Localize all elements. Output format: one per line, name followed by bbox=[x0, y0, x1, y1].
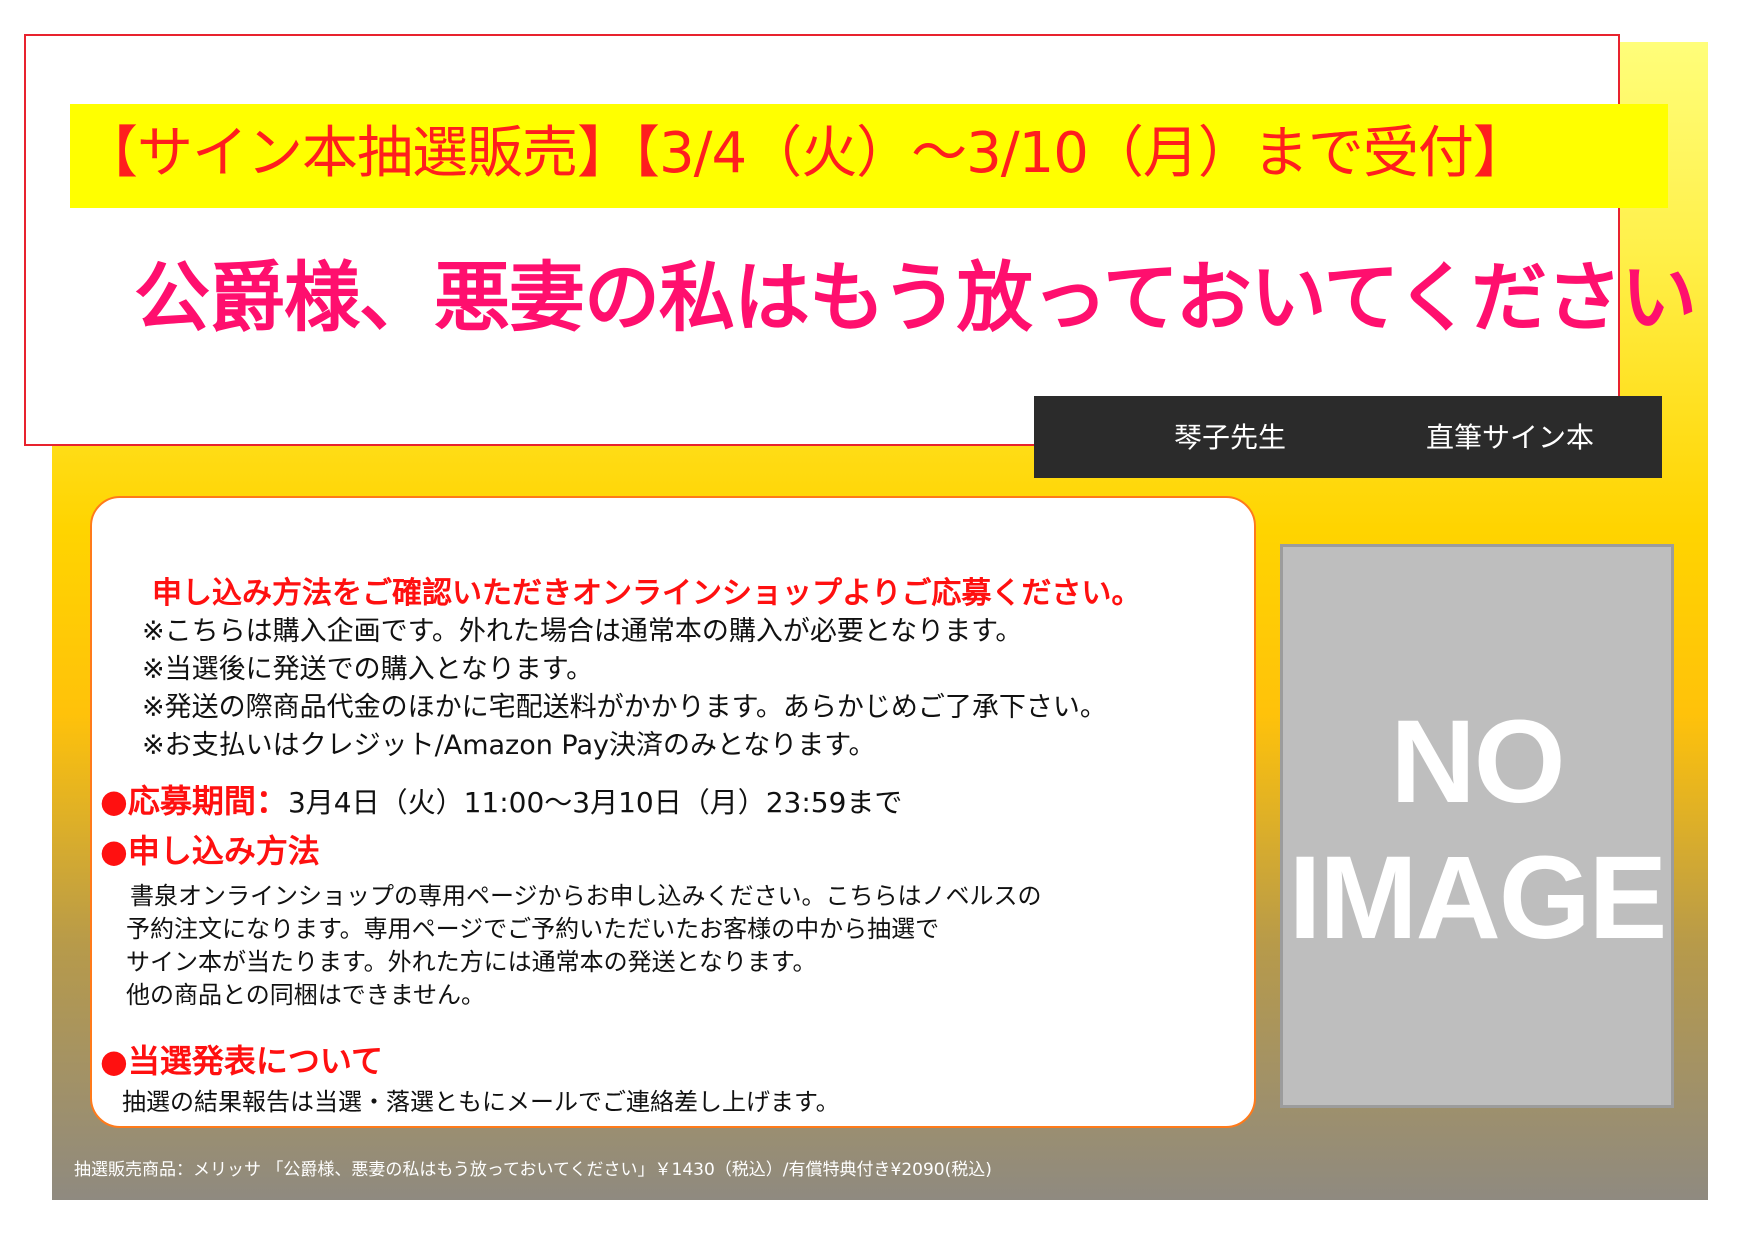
method-line: 書泉オンラインショップの専用ページからお申し込みください。こちらはノベルスの bbox=[130, 882, 1042, 910]
note-item: ※当選後に発送での購入となります。 bbox=[142, 654, 594, 685]
period-value: 3月4日（火）11:00～3月10日（月）23:59まで bbox=[287, 786, 903, 819]
title-panel bbox=[24, 34, 1620, 446]
footer-product-info: 抽選販売商品：メリッサ 「公爵様、悪妻の私はもう放っておいてください」￥1430… bbox=[74, 1160, 992, 1180]
period-heading: ●応募期間：3月4日（火）11:00～3月10日（月）23:59まで bbox=[100, 780, 902, 824]
method-line: サイン本が当たります。外れた方には通常本の発送となります。 bbox=[126, 948, 817, 976]
method-heading: ●申し込み方法 bbox=[100, 832, 320, 870]
note-item: ※こちらは購入企画です。外れた場合は通常本の購入が必要となります。 bbox=[142, 616, 1023, 647]
lead-text: 申し込み方法をご確認いただきオンラインショップよりご応募ください。 bbox=[152, 576, 1142, 611]
note-item: ※発送の際商品代金のほかに宅配送料がかかります。あらかじめご了承下さい。 bbox=[142, 692, 1107, 723]
method-line: 予約注文になります。専用ページでご予約いただいたお客様の中から抽選で bbox=[126, 915, 940, 943]
author-name: 琴子先生 bbox=[1174, 421, 1287, 454]
signed-book-label: 直筆サイン本 bbox=[1426, 421, 1595, 454]
headline: 【サイン本抽選販売】【3/4（火）～3/10（月）まで受付】 bbox=[82, 121, 1529, 186]
result-line: 抽選の結果報告は当選・落選ともにメールでご連絡差し上げます。 bbox=[122, 1088, 840, 1116]
no-image-line2: IMAGE bbox=[1288, 832, 1668, 964]
method-line: 他の商品との同梱はできません。 bbox=[126, 981, 486, 1009]
note-item: ※お支払いはクレジット/Amazon Pay決済のみとなります。 bbox=[142, 730, 876, 761]
no-image-placeholder: NO IMAGE bbox=[1280, 544, 1674, 1108]
no-image-line1: NO bbox=[1390, 696, 1566, 828]
result-heading: ●当選発表について bbox=[100, 1042, 383, 1080]
book-title: 公爵様、悪妻の私はもう放っておいてください bbox=[134, 253, 1697, 342]
period-heading-label: ●応募期間： bbox=[100, 782, 288, 820]
